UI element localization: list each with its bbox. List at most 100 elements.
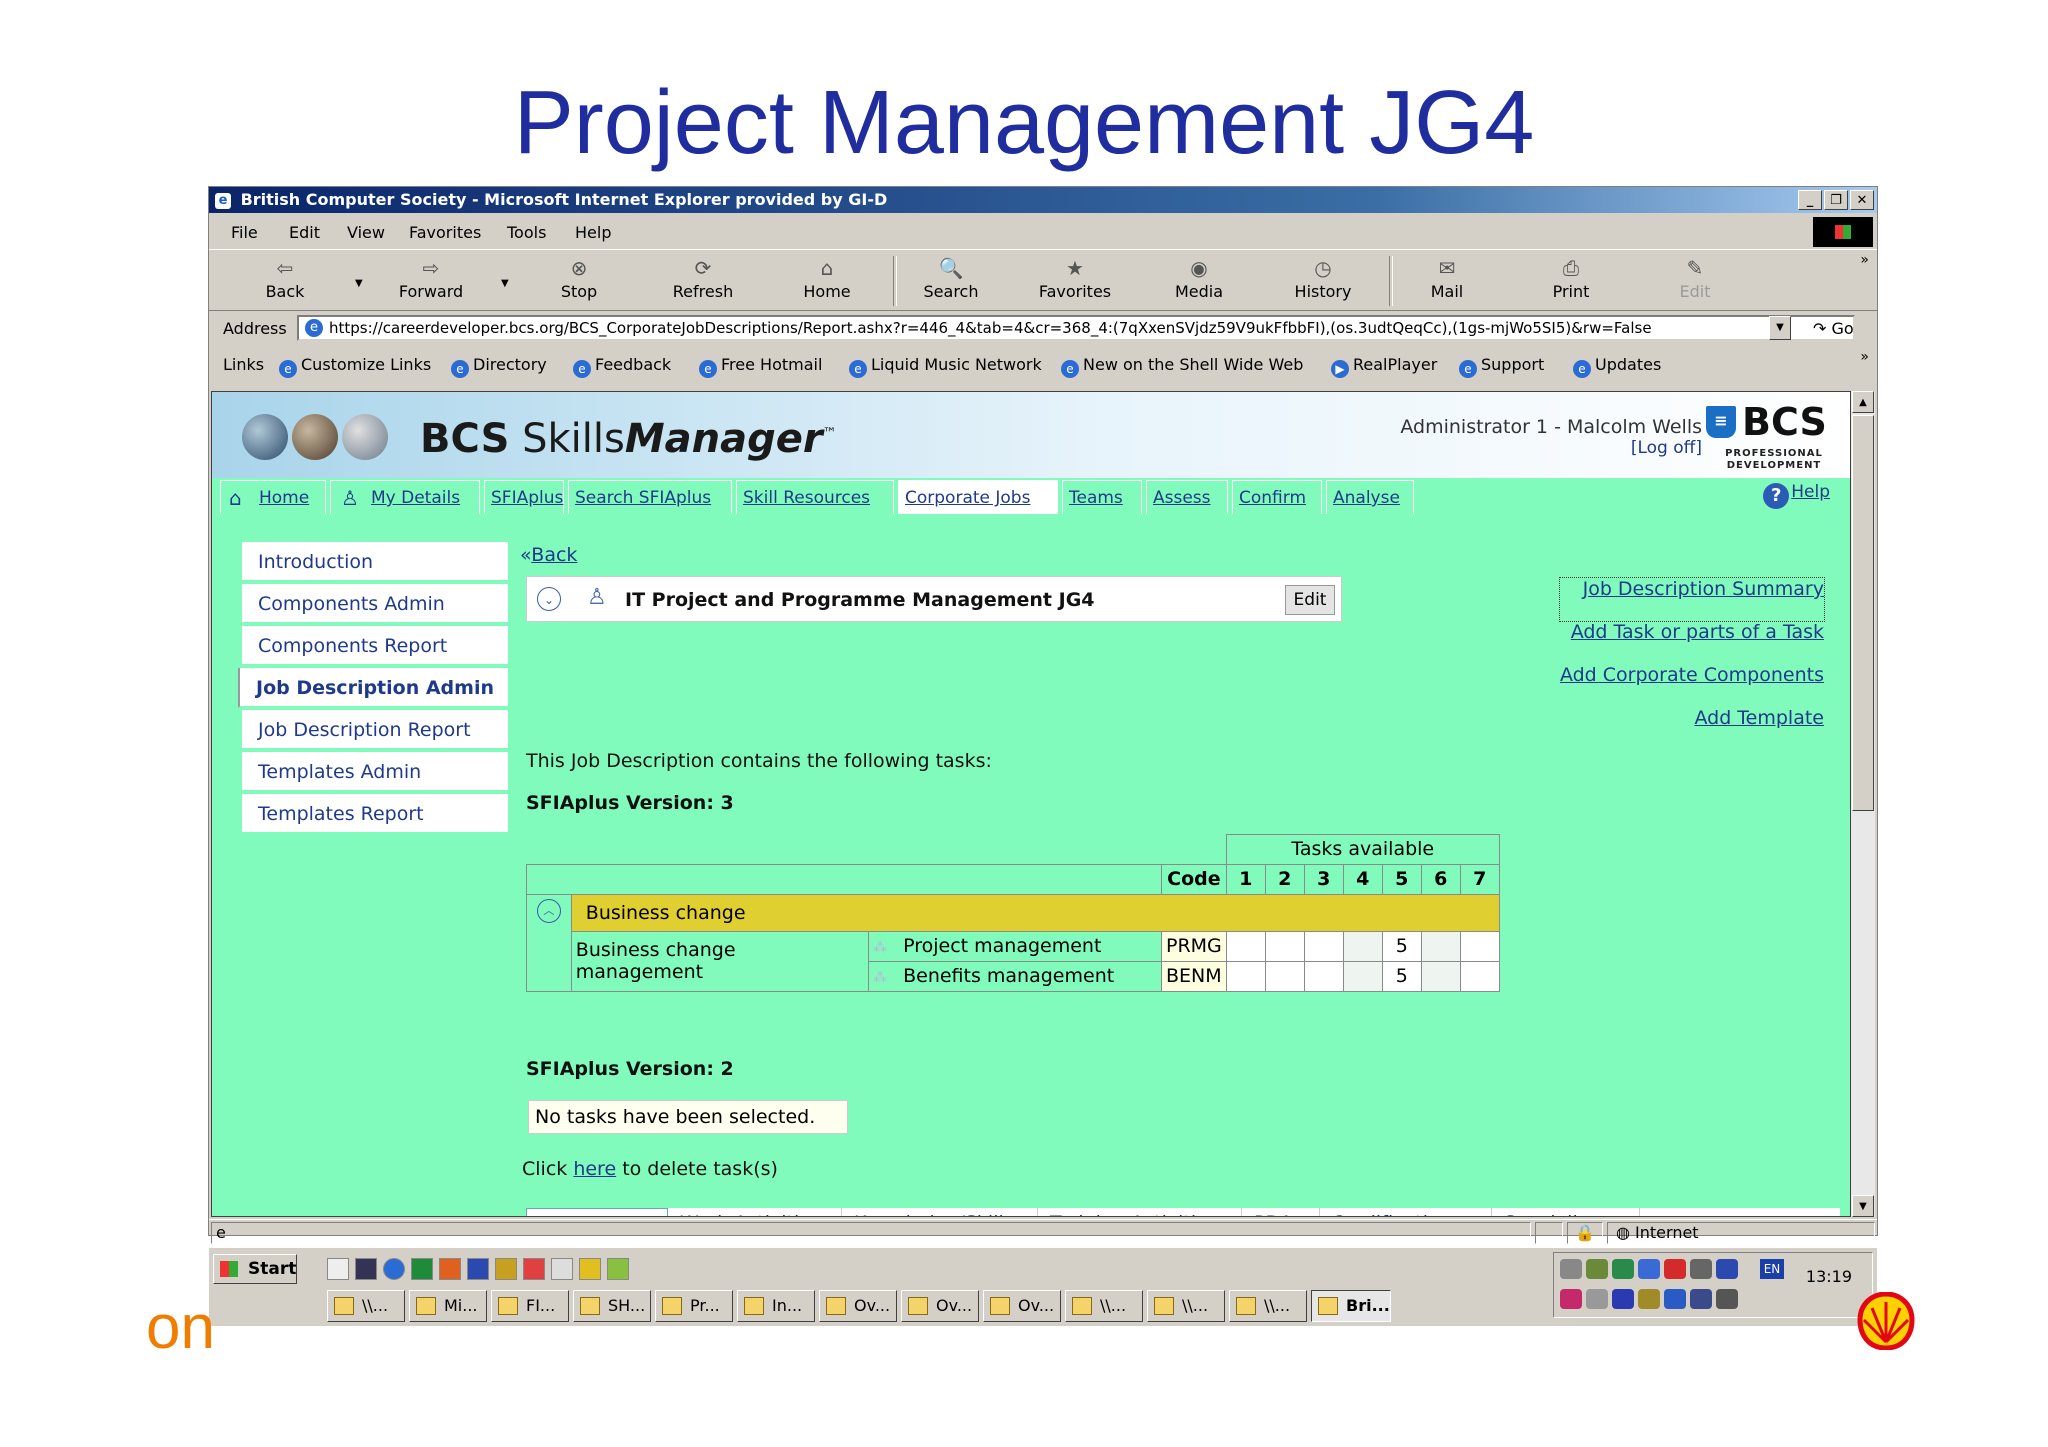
nav-sfiaplus[interactable]: SFIAplus xyxy=(484,480,564,514)
level-cell[interactable] xyxy=(1459,930,1500,962)
add-task-link[interactable]: Add Task or parts of a Task xyxy=(1560,621,1824,664)
go-button[interactable]: ↷ Go xyxy=(1813,319,1854,338)
quicklaunch-notes-icon[interactable] xyxy=(551,1258,573,1280)
quicklaunch-help-icon[interactable] xyxy=(579,1258,601,1280)
tray-icon[interactable] xyxy=(1586,1289,1608,1309)
window-titlebar[interactable]: e British Computer Society - Microsoft I… xyxy=(209,187,1877,213)
back-dropdown-icon[interactable]: ▼ xyxy=(355,278,363,289)
level-cell[interactable] xyxy=(1459,960,1500,992)
nav-corporate-jobs[interactable]: Corporate Jobs xyxy=(898,480,1058,514)
tray-icon[interactable] xyxy=(1638,1259,1660,1279)
start-button[interactable]: Start xyxy=(213,1254,297,1284)
taskbar-ie[interactable]: FI... xyxy=(491,1290,569,1322)
maximize-button[interactable]: ❐ xyxy=(1824,190,1848,210)
tray-icon[interactable] xyxy=(1560,1259,1582,1279)
sidemenu-job-description-report[interactable]: Job Description Report xyxy=(242,710,508,750)
nav-my-details[interactable]: ♙ My Details xyxy=(330,480,480,514)
quicklaunch-clock-icon[interactable] xyxy=(607,1258,629,1280)
address-dropdown-icon[interactable]: ▼ xyxy=(1769,316,1791,340)
quicklaunch-desktop-icon[interactable] xyxy=(327,1258,349,1280)
taskbar-powerpoint[interactable]: Pr... xyxy=(655,1290,733,1322)
sidemenu-templates-report[interactable]: Templates Report xyxy=(242,794,508,834)
nav-skill-resources[interactable]: Skill Resources xyxy=(736,480,894,514)
tab-work-activities[interactable]: Work Activities xyxy=(672,1208,842,1216)
address-input[interactable]: https://careerdeveloper.bcs.org/BCS_Corp… xyxy=(297,315,1855,341)
nav-assess[interactable]: Assess xyxy=(1146,480,1228,514)
link-free-hotmail[interactable]: e Free Hotmail xyxy=(699,355,822,378)
logoff-link[interactable]: [Log off] xyxy=(1631,438,1702,458)
history-button[interactable]: ◷ History xyxy=(1273,254,1373,301)
level-cell[interactable] xyxy=(1342,930,1383,962)
nav-teams[interactable]: Teams xyxy=(1062,480,1142,514)
scroll-thumb[interactable] xyxy=(1852,415,1874,811)
forward-dropdown-icon[interactable]: ▼ xyxy=(501,278,509,289)
delete-here-link[interactable]: here xyxy=(573,1158,616,1180)
nav-confirm[interactable]: Confirm xyxy=(1232,480,1322,514)
tray-icon[interactable] xyxy=(1716,1259,1738,1279)
level-cell[interactable] xyxy=(1225,930,1266,962)
help-link[interactable]: ? Help xyxy=(1763,482,1830,509)
tab-pdas[interactable]: PDAs xyxy=(1246,1208,1320,1216)
media-button[interactable]: ◉ Media xyxy=(1149,254,1249,301)
tray-icon[interactable] xyxy=(1612,1259,1634,1279)
level-cell[interactable] xyxy=(1264,930,1305,962)
sidemenu-components-report[interactable]: Components Report xyxy=(242,626,508,666)
level-cell[interactable] xyxy=(1303,930,1344,962)
scroll-down-icon[interactable]: ▼ xyxy=(1852,1195,1874,1217)
nav-search-sfiaplus[interactable]: Search SFIAplus xyxy=(568,480,732,514)
tray-icon[interactable] xyxy=(1664,1259,1686,1279)
link-support[interactable]: e Support xyxy=(1459,355,1544,378)
tray-icon[interactable] xyxy=(1638,1289,1660,1309)
add-corporate-components-link[interactable]: Add Corporate Components xyxy=(1560,664,1824,707)
link-liquid-music-network[interactable]: e Liquid Music Network xyxy=(849,355,1042,378)
back-link[interactable]: «Back xyxy=(520,544,577,566)
minimize-button[interactable]: _ xyxy=(1798,190,1822,210)
level-cell[interactable] xyxy=(1264,960,1305,992)
taskbar-browser-active[interactable]: Bri... xyxy=(1311,1290,1391,1322)
link-shell-wide-web[interactable]: e New on the Shell Wide Web xyxy=(1061,355,1303,378)
menu-help[interactable]: Help xyxy=(575,223,611,242)
sidemenu-introduction[interactable]: Introduction xyxy=(242,542,508,582)
favorites-button[interactable]: ★ Favorites xyxy=(1025,254,1125,301)
level-cell[interactable] xyxy=(1420,960,1461,992)
links-overflow-icon[interactable]: » xyxy=(1860,349,1869,365)
link-updates[interactable]: e Updates xyxy=(1573,355,1661,378)
nav-analyse[interactable]: Analyse xyxy=(1326,480,1414,514)
quicklaunch-calc-icon[interactable] xyxy=(355,1258,377,1280)
taskbar-excel[interactable]: Mi... xyxy=(409,1290,487,1322)
tray-icon[interactable] xyxy=(1612,1289,1634,1309)
edit-page-button[interactable]: ✎ Edit xyxy=(1645,254,1745,301)
tab-specialisms[interactable]: Specialisms xyxy=(1496,1208,1640,1216)
tab-qualifications[interactable]: Qualifications xyxy=(1324,1208,1492,1216)
sidemenu-job-description-admin[interactable]: Job Description Admin xyxy=(238,668,508,708)
sidemenu-templates-admin[interactable]: Templates Admin xyxy=(242,752,508,792)
tray-icon[interactable] xyxy=(1690,1289,1712,1309)
language-indicator[interactable]: EN xyxy=(1760,1259,1784,1279)
tray-icon[interactable] xyxy=(1690,1259,1712,1279)
taskbar-folder[interactable]: \\... xyxy=(1147,1290,1225,1322)
toolbar-overflow-icon[interactable]: » xyxy=(1860,252,1869,268)
taskbar-folder[interactable]: \\... xyxy=(327,1290,405,1322)
quicklaunch-word-icon[interactable] xyxy=(467,1258,489,1280)
refresh-button[interactable]: ⟳ Refresh xyxy=(653,254,753,301)
menu-tools[interactable]: Tools xyxy=(507,223,546,242)
stop-button[interactable]: ⊗ Stop xyxy=(529,254,629,301)
collapse-chevron-icon[interactable]: ︿ xyxy=(536,898,561,923)
link-feedback[interactable]: e Feedback xyxy=(573,355,671,378)
clock[interactable]: 13:19 xyxy=(1806,1267,1852,1286)
level-cell-selected[interactable]: 5 xyxy=(1381,960,1422,992)
level-cell[interactable] xyxy=(1342,960,1383,992)
taskbar-powerpoint[interactable]: SH... xyxy=(573,1290,651,1322)
link-customize-links[interactable]: e Customize Links xyxy=(279,355,431,378)
taskbar-overview[interactable]: Ov... xyxy=(901,1290,979,1322)
tab-knowledge-skills[interactable]: Knowledge/Skills xyxy=(846,1208,1038,1216)
add-template-link[interactable]: Add Template xyxy=(1560,707,1824,750)
vertical-scrollbar[interactable]: ▲ ▼ xyxy=(1851,391,1875,1217)
edit-button[interactable]: Edit xyxy=(1285,585,1335,615)
taskbar-folder[interactable]: \\... xyxy=(1065,1290,1143,1322)
level-cell[interactable] xyxy=(1303,960,1344,992)
tray-icon[interactable] xyxy=(1664,1289,1686,1309)
quicklaunch-home-icon[interactable] xyxy=(523,1258,545,1280)
level-cell-selected[interactable]: 5 xyxy=(1381,930,1422,962)
level-cell[interactable] xyxy=(1225,960,1266,992)
